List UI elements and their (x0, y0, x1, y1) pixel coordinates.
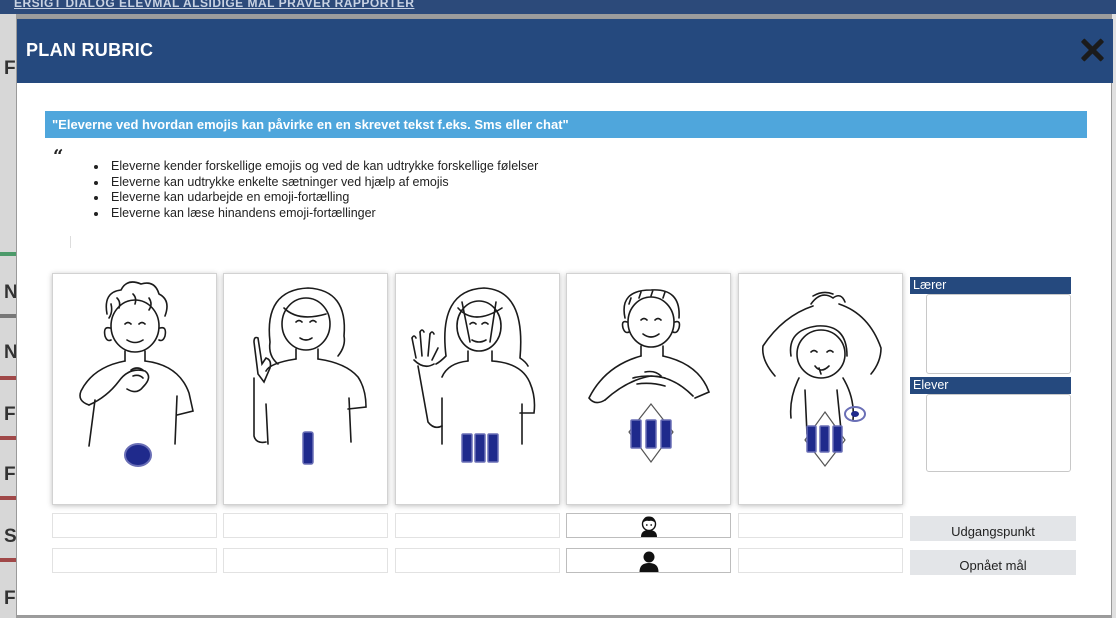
level-card-2[interactable] (223, 273, 388, 505)
background-stripe (0, 558, 16, 562)
background-letter: F (4, 588, 16, 609)
background-top-nav: ERSIGT DIALOG ELEVMAL ALSIDIGE MAL PRAVE… (0, 0, 1116, 14)
student-avatar-icon (641, 516, 657, 537)
goal-bullet: Eleverne kan udtrykke enkelte sætninger … (93, 175, 538, 191)
background-left-strip: F N N F F S F (0, 14, 18, 618)
level-card-1[interactable] (52, 273, 217, 505)
opnaaet-cell-3[interactable] (395, 548, 560, 573)
background-stripe (0, 314, 16, 318)
goal-bullet: Eleverne kan læse hinandens emoji-fortæl… (93, 206, 538, 222)
udgangspunkt-cell-4[interactable] (566, 513, 731, 538)
signing-child-hands-together-icon (588, 289, 711, 464)
modal-title: PLAN RUBRIC (26, 40, 154, 60)
background-stripe (0, 436, 16, 440)
background-right-strip (1112, 14, 1116, 618)
teacher-avatar-icon (639, 551, 659, 572)
udgangspunkt-cell-1[interactable] (52, 513, 217, 538)
students-label: Elever (910, 377, 1071, 394)
udgangspunkt-cell-3[interactable] (395, 513, 560, 538)
signing-child-three-fingers-icon (411, 287, 536, 463)
plan-rubric-modal: PLAN RUBRIC "Eleverne ved hvordan emojis… (16, 18, 1113, 616)
background-stripe (0, 376, 16, 380)
level-marker-three-bars (461, 433, 499, 463)
background-letter: S (4, 526, 17, 547)
text-cursor (70, 236, 71, 248)
opnaaet-cell-1[interactable] (52, 548, 217, 573)
level-marker-three-bars-diamond (628, 403, 674, 464)
level-card-4[interactable] (566, 273, 731, 505)
udgangspunkt-cell-2[interactable] (223, 513, 388, 538)
background-stripe (0, 252, 16, 256)
level-marker-three-bars-diamond-target (804, 410, 846, 467)
background-nav-text: ERSIGT DIALOG ELEVMAL ALSIDIGE MAL PRAVE… (14, 0, 415, 10)
level-marker-bar (302, 431, 314, 465)
opnaaet-cell-4[interactable] (566, 548, 731, 573)
opnaaet-cell-5[interactable] (738, 548, 903, 573)
modal-header: PLAN RUBRIC (17, 19, 1113, 83)
udgangspunkt-button[interactable]: Udgangspunkt (910, 516, 1076, 541)
quote-icon: “ (53, 146, 64, 167)
level-card-3[interactable] (395, 273, 560, 505)
background-letter: F (4, 464, 16, 485)
udgangspunkt-cell-5[interactable] (738, 513, 903, 538)
opnaaet-button[interactable]: Opnået mål (910, 550, 1076, 575)
students-box[interactable] (926, 394, 1071, 472)
goal-bullet-list: Eleverne kender forskellige emojis og ve… (93, 159, 539, 222)
close-icon[interactable] (1077, 35, 1107, 65)
level-card-5[interactable] (738, 273, 903, 505)
signing-child-arms-up-icon (761, 291, 882, 467)
goal-bullet: Eleverne kan udarbejde en emoji-fortælli… (93, 190, 538, 206)
background-letter: F (4, 404, 16, 425)
signing-child-finger-icon (253, 287, 367, 465)
teacher-label: Lærer (910, 277, 1071, 294)
teacher-box[interactable] (926, 294, 1071, 374)
level-marker-circle (124, 443, 152, 467)
goal-heading: "Eleverne ved hvordan emojis kan påvirke… (45, 111, 1087, 138)
opnaaet-cell-2[interactable] (223, 548, 388, 573)
signing-child-fist-icon (79, 281, 194, 467)
background-stripe (0, 496, 16, 500)
goal-bullet: Eleverne kender forskellige emojis og ve… (93, 159, 539, 173)
background-letter: F (4, 58, 16, 79)
